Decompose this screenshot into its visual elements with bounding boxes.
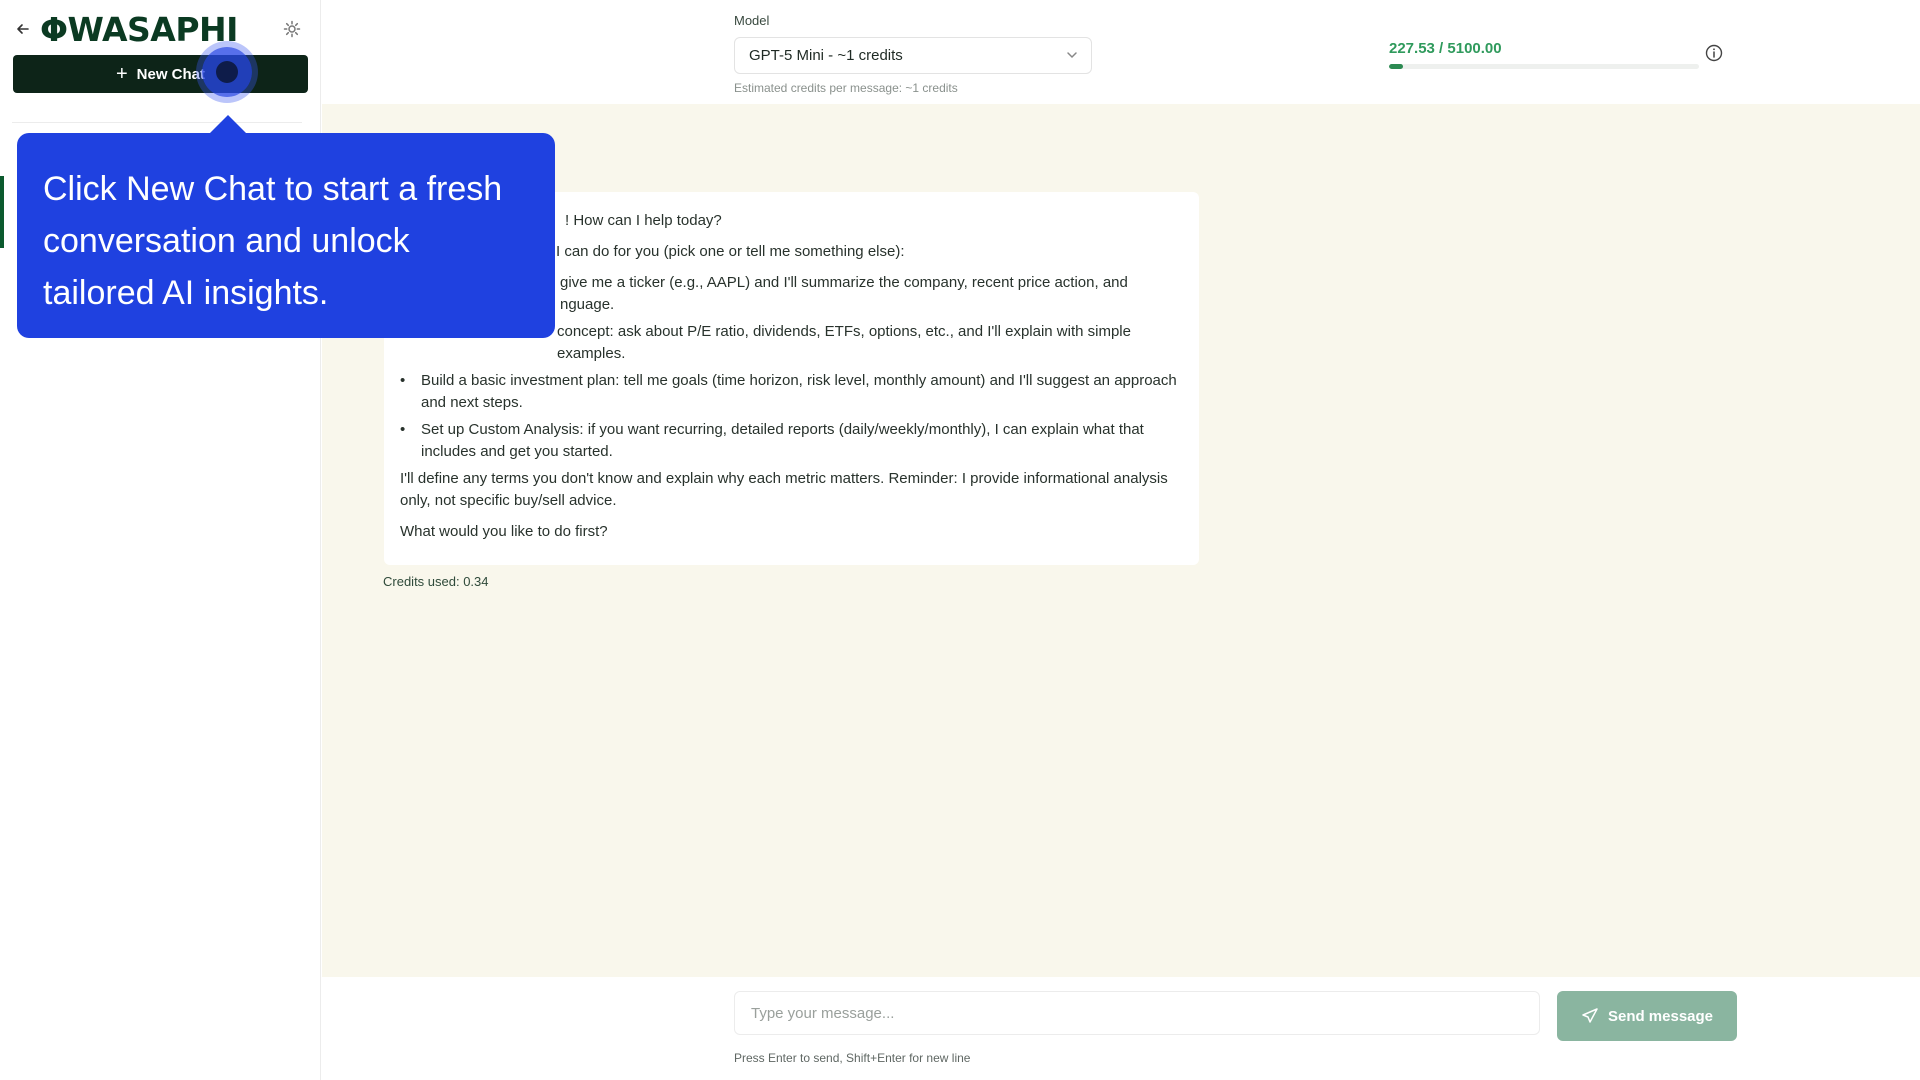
brand-logo[interactable]: ΦWASAPHI (40, 10, 238, 49)
plus-icon: + (115, 63, 128, 85)
list-item: Build a basic investment plan: tell me g… (400, 370, 1183, 414)
gear-icon[interactable] (282, 19, 302, 39)
new-chat-label: New Chat (136, 65, 206, 83)
credits-progress-track (1389, 64, 1699, 69)
send-icon (1582, 1008, 1598, 1023)
sidebar-divider (12, 122, 302, 123)
new-chat-button[interactable]: + New Chat (13, 55, 308, 93)
message-composer: Send message Press Enter to send, Shift+… (322, 977, 1920, 1080)
send-button-label: Send message (1607, 1007, 1714, 1025)
message-question: What would you like to do first? (400, 523, 608, 540)
info-icon[interactable] (1704, 43, 1724, 63)
top-header: Model GPT-5 Mini - ~1 credits Estimated … (322, 0, 1920, 104)
chevron-down-icon (1065, 48, 1079, 62)
message-input[interactable] (734, 991, 1540, 1035)
input-hint: Press Enter to send, Shift+Enter for new… (734, 1051, 971, 1065)
list-item: Set up Custom Analysis: if you want recu… (400, 419, 1183, 463)
model-selected-value: GPT-5 Mini - ~1 credits (749, 47, 903, 64)
credits-balance: 227.53 / 5100.00 (1389, 40, 1502, 57)
message-credits-used: Credits used: 0.34 (383, 574, 489, 589)
onboarding-tooltip: Click New Chat to start a fresh conversa… (17, 115, 555, 338)
credits-progress-fill (1389, 64, 1403, 69)
tooltip-text: Click New Chat to start a fresh conversa… (43, 170, 503, 312)
model-label: Model (734, 13, 770, 28)
send-message-button[interactable]: Send message (1557, 991, 1737, 1041)
click-indicator (202, 47, 252, 97)
chat-area: ! How can I help today? I can do for you… (322, 104, 1920, 978)
message-note: I'll define any terms you don't know and… (400, 470, 1168, 509)
arrow-left-icon[interactable] (12, 18, 34, 40)
active-chat-indicator (0, 176, 4, 248)
model-credit-hint: Estimated credits per message: ~1 credit… (734, 81, 958, 95)
brand-row: ΦWASAPHI (12, 10, 312, 49)
model-select[interactable]: GPT-5 Mini - ~1 credits (734, 37, 1092, 74)
